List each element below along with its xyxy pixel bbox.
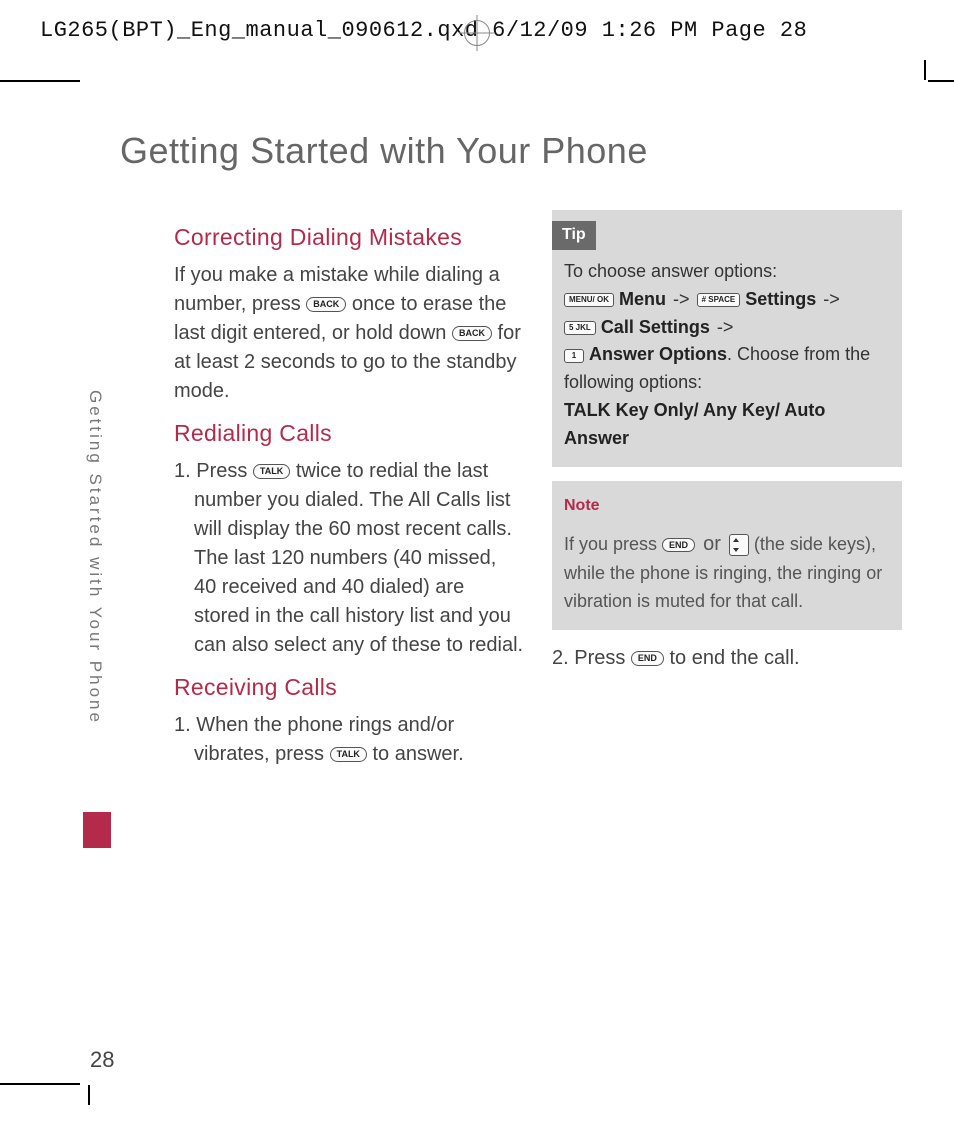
text: or — [703, 533, 721, 555]
tip-title: Tip — [552, 221, 596, 250]
left-column: Correcting Dialing Mistakes If you make … — [174, 210, 524, 777]
text: Call Settings — [601, 317, 710, 337]
paragraph: If you make a mistake while dialing a nu… — [174, 261, 524, 406]
text: to answer. — [373, 743, 464, 765]
right-column: Tip To choose answer options: MENU/ OK M… — [552, 210, 902, 777]
tip-body: To choose answer options: MENU/ OK Menu … — [564, 258, 890, 453]
text: Settings — [745, 289, 816, 309]
arrow-text: -> — [717, 317, 734, 337]
menu-ok-key-icon: MENU/ OK — [564, 293, 614, 307]
registration-mark-icon — [464, 20, 490, 46]
text: 1. Press — [174, 460, 253, 482]
crop-mark — [0, 1083, 80, 1085]
heading-correcting: Correcting Dialing Mistakes — [174, 224, 524, 251]
text: 2. Press — [552, 647, 631, 669]
note-body: If you press END or (the side keys), whi… — [564, 529, 890, 616]
step-item: 1. Press TALK twice to redial the last n… — [174, 457, 524, 660]
heading-redialing: Redialing Calls — [174, 420, 524, 447]
text: To choose answer options: — [564, 261, 777, 281]
page-number: 28 — [90, 1047, 114, 1073]
back-key-icon: BACK — [306, 297, 346, 312]
talk-key-icon: TALK — [253, 464, 290, 479]
text: If you press — [564, 534, 662, 554]
crop-mark — [924, 60, 926, 80]
step-item: 2. Press END to end the call. — [552, 644, 902, 673]
note-box: Note If you press END or (the side keys)… — [552, 481, 902, 630]
talk-key-icon: TALK — [330, 747, 367, 762]
end-key-icon: END — [662, 538, 695, 553]
sidebar-section-label: Getting Started with Your Phone — [85, 390, 105, 725]
page-content: Getting Started with Your Phone Getting … — [90, 130, 924, 1065]
arrow-text: -> — [823, 289, 840, 309]
crop-mark — [928, 80, 954, 82]
text: Menu — [619, 289, 666, 309]
end-key-icon: END — [631, 651, 664, 666]
crop-mark — [0, 80, 80, 82]
hash-key-icon: # SPACE — [697, 293, 741, 307]
back-key-icon: BACK — [452, 326, 492, 341]
five-key-icon: 5 JKL — [564, 321, 596, 335]
text: to end the call. — [670, 647, 800, 669]
one-key-icon: 1 — [564, 349, 584, 363]
side-volume-key-icon — [729, 534, 749, 556]
note-title: Note — [562, 492, 610, 521]
step-item: 1. When the phone rings and/or vibrates,… — [174, 711, 524, 769]
tip-box: Tip To choose answer options: MENU/ OK M… — [552, 210, 902, 467]
print-header-slug: LG265(BPT)_Eng_manual_090612.qxd 6/12/09… — [40, 18, 807, 43]
sidebar: Getting Started with Your Phone — [85, 390, 115, 725]
text: TALK Key Only/ Any Key/ Auto Answer — [564, 400, 825, 448]
text: Answer Options — [589, 344, 727, 364]
arrow-text: -> — [673, 289, 690, 309]
page-title: Getting Started with Your Phone — [120, 130, 924, 172]
text: twice to redial the last number you dial… — [194, 460, 523, 656]
heading-receiving: Receiving Calls — [174, 674, 524, 701]
sidebar-indicator — [83, 812, 111, 848]
crop-mark — [88, 1085, 90, 1105]
